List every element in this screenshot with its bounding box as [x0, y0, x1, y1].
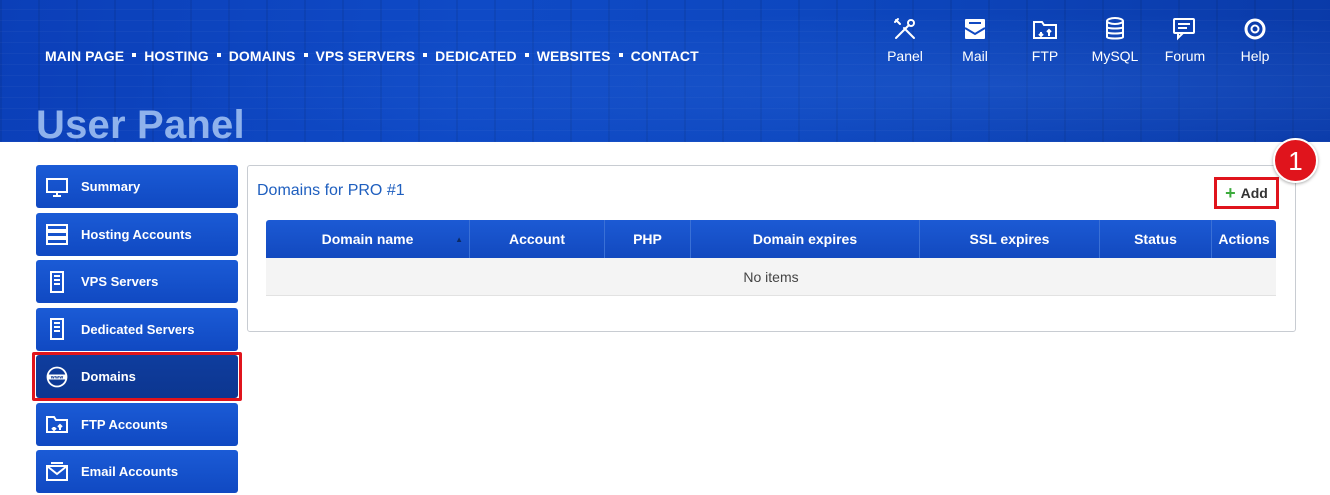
table-header: Domain name ▲ Account PHP Domain expires… — [266, 220, 1276, 258]
mail-icon — [964, 19, 986, 39]
table-empty-row: No items — [266, 258, 1276, 296]
sidebar-item-label: Domains — [81, 369, 136, 384]
sidebar: Summary Hosting Accounts VPS Servers Ded… — [32, 165, 242, 495]
www-globe-icon: www — [46, 366, 68, 388]
column-actions: Actions — [1212, 220, 1276, 258]
step-badge: 1 — [1273, 138, 1318, 183]
plus-icon: + — [1225, 183, 1236, 203]
panel-title: Domains for PRO #1 — [257, 182, 405, 199]
nav-separator — [303, 53, 308, 57]
sidebar-item-domains[interactable]: www Domains — [32, 352, 242, 401]
column-account[interactable]: Account — [470, 220, 605, 258]
domains-panel: Domains for PRO #1 + Add Domain name ▲ A… — [247, 165, 1296, 332]
sidebar-item-label: Summary — [81, 179, 141, 194]
nav-main-page[interactable]: MAIN PAGE — [45, 48, 124, 64]
column-ssl-expires[interactable]: SSL expires — [920, 220, 1100, 258]
sidebar-item-label: Email Accounts — [81, 464, 179, 479]
tools-icon — [894, 18, 915, 39]
nav-hosting[interactable]: HOSTING — [144, 48, 208, 64]
column-php[interactable]: PHP — [605, 220, 691, 258]
column-label: Status — [1134, 231, 1177, 247]
tool-mysql-label: MySQL — [1091, 48, 1139, 64]
tool-ftp-label: FTP — [1031, 48, 1059, 64]
tool-mail-label: Mail — [962, 48, 988, 64]
column-domain-name[interactable]: Domain name ▲ — [266, 220, 470, 258]
sidebar-item-vps-servers[interactable]: VPS Servers — [36, 260, 238, 303]
tool-forum[interactable]: Forum — [1150, 16, 1220, 64]
nav-dedicated[interactable]: DEDICATED — [435, 48, 517, 64]
sidebar-item-label: FTP Accounts — [81, 416, 168, 432]
server-tower-icon — [46, 318, 68, 340]
add-button-label: Add — [1240, 185, 1268, 201]
tool-mail[interactable]: Mail — [940, 16, 1010, 64]
forum-icon — [1173, 18, 1195, 41]
quick-tools: Panel Mail FTP MySQL Forum Help — [870, 16, 1290, 64]
ftp-folder-icon — [1033, 21, 1057, 39]
nav-vps-servers[interactable]: VPS SERVERS — [316, 48, 416, 64]
column-label: SSL expires — [969, 231, 1050, 247]
svg-text:www: www — [51, 375, 64, 380]
sidebar-item-dedicated-servers[interactable]: Dedicated Servers — [36, 307, 238, 351]
nav-separator — [524, 53, 529, 57]
add-domain-button[interactable]: + Add — [1214, 177, 1279, 209]
column-label: PHP — [633, 231, 662, 247]
nav-separator — [423, 53, 428, 57]
lifebuoy-icon — [1244, 18, 1266, 40]
nav-separator — [618, 53, 623, 57]
domains-table: Domain name ▲ Account PHP Domain expires… — [266, 220, 1276, 296]
sort-asc-icon: ▲ — [455, 235, 463, 244]
step-number: 1 — [1288, 145, 1303, 176]
sidebar-item-email-accounts[interactable]: Email Accounts — [36, 450, 238, 493]
column-label: Domain expires — [752, 231, 858, 247]
tool-panel-label: Panel — [887, 48, 923, 64]
tool-panel[interactable]: Panel — [870, 16, 940, 64]
page-title: User Panel — [36, 103, 245, 147]
sidebar-item-ftp-accounts[interactable]: FTP Accounts — [36, 402, 238, 446]
main-nav: MAIN PAGE HOSTING DOMAINS VPS SERVERS DE… — [45, 48, 699, 64]
column-label: Domain name — [321, 231, 414, 247]
sidebar-item-label: VPS Servers — [81, 274, 159, 289]
sidebar-item-summary[interactable]: Summary — [36, 165, 238, 208]
tool-ftp[interactable]: FTP — [1010, 16, 1080, 64]
database-icon — [1106, 17, 1124, 40]
tool-help[interactable]: Help — [1220, 16, 1290, 64]
empty-message: No items — [743, 268, 799, 285]
column-label: Account — [509, 231, 565, 247]
nav-websites[interactable]: WEBSITES — [537, 48, 611, 64]
column-domain-expires[interactable]: Domain expires — [691, 220, 920, 258]
nav-domains[interactable]: DOMAINS — [229, 48, 296, 64]
nav-separator — [132, 53, 137, 57]
sidebar-item-hosting-accounts[interactable]: Hosting Accounts — [36, 212, 238, 256]
sidebar-item-label: Hosting Accounts — [81, 226, 192, 242]
column-label: Actions — [1218, 231, 1270, 247]
column-status[interactable]: Status — [1100, 220, 1212, 258]
nav-contact[interactable]: CONTACT — [631, 48, 699, 64]
ftp-folder-icon — [46, 413, 68, 435]
server-rack-icon — [46, 223, 68, 245]
tool-mysql[interactable]: MySQL — [1080, 16, 1150, 64]
tool-forum-label: Forum — [1164, 48, 1206, 64]
monitor-icon — [46, 176, 68, 198]
sidebar-item-label: Dedicated Servers — [81, 321, 195, 337]
nav-separator — [216, 53, 221, 57]
tool-help-label: Help — [1240, 48, 1270, 64]
server-tower-icon — [46, 270, 68, 293]
email-icon — [46, 461, 68, 483]
